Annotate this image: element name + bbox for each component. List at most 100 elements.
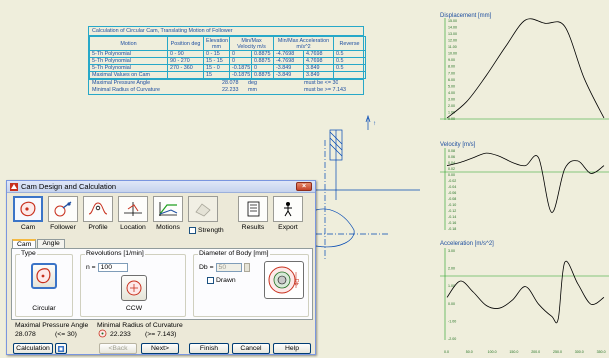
revolutions-input[interactable]: 100 bbox=[97, 263, 128, 272]
toolbar-profile-button[interactable]: Profile bbox=[82, 196, 114, 238]
velocity-y-tick-label: -0.18 bbox=[448, 227, 456, 231]
displacement-y-tick-label: 15.00 bbox=[448, 19, 457, 23]
graph-axes bbox=[440, 18, 609, 340]
table-cell: 270 - 360 bbox=[167, 64, 204, 72]
table-cell bbox=[333, 71, 367, 79]
table-cell: 3.849 bbox=[302, 71, 335, 79]
table-row: 5-Th Polynomial 270 - 360 15 - 0 -0.1875 0 -3… bbox=[89, 64, 367, 72]
diameter-input[interactable]: 50 bbox=[215, 263, 242, 272]
summary-row-curvature: Minimal Radius of Curvature 22.233 mm mu… bbox=[89, 87, 363, 94]
toolbar-export-button[interactable]: Export bbox=[272, 196, 304, 238]
summary-value: 28.078 bbox=[222, 80, 239, 86]
table-cell: 0.8875 bbox=[251, 57, 274, 65]
help-button[interactable]: Help bbox=[273, 343, 311, 354]
pressure-angle-limit: (<= 30) bbox=[55, 331, 77, 338]
table-cell: Maximal Values on Cam bbox=[89, 71, 168, 79]
velocity-y-tick-label: 0.02 bbox=[448, 167, 455, 171]
location-icon bbox=[124, 202, 142, 216]
toolbar-location-button[interactable]: Location bbox=[117, 196, 149, 238]
table-cell: 15 bbox=[203, 71, 230, 79]
diameter-preview: Db bbox=[264, 261, 304, 299]
velocity-y-tick-label: -0.06 bbox=[448, 191, 456, 195]
toolbar-motions-button[interactable]: Motions bbox=[152, 196, 184, 238]
x-tick-label: 100.0 bbox=[488, 350, 497, 354]
table-cell: 0 - 15 bbox=[203, 50, 230, 58]
diameter-row: Db = 50 bbox=[199, 263, 250, 272]
drawn-checkbox[interactable] bbox=[207, 277, 214, 284]
back-button[interactable]: <Back bbox=[99, 343, 137, 354]
table-cell: 0 bbox=[251, 64, 274, 72]
table-cell: -0.1875 bbox=[229, 64, 252, 72]
table-cell: 3.849 bbox=[302, 64, 335, 72]
x-tick-label: 0.0 bbox=[444, 350, 449, 354]
curvature-limit: (>= 7.143) bbox=[145, 331, 177, 338]
calculation-button[interactable]: Calculation bbox=[13, 343, 53, 354]
dialog-tabs: Cam Angle bbox=[12, 239, 66, 249]
table-cell: 5-Th Polynomial bbox=[89, 50, 168, 58]
table-cell: -4.7698 bbox=[273, 57, 304, 65]
displacement-graph-title: Displacement [mm] bbox=[440, 13, 492, 19]
drawn-label: Drawn bbox=[216, 277, 236, 284]
table-cell: -3.849 bbox=[273, 71, 304, 79]
diameter-group-title: Diameter of Body [mm] bbox=[198, 250, 270, 257]
direction-button[interactable] bbox=[121, 275, 147, 301]
table-cell: 0 bbox=[229, 57, 252, 65]
next-button[interactable]: Next> bbox=[141, 343, 179, 354]
table-cell: 15 - 0 bbox=[203, 64, 230, 72]
velocity-y-tick-label: -0.04 bbox=[448, 185, 456, 189]
toolbar-cam-button[interactable]: Cam bbox=[12, 196, 44, 238]
cam-sketch bbox=[315, 114, 420, 260]
dialog-titlebar[interactable]: Cam Design and Calculation × bbox=[7, 181, 315, 193]
velocity-y-tick-label: -0.14 bbox=[448, 215, 456, 219]
type-group: Type Circular bbox=[15, 250, 73, 317]
toolbar-results-button[interactable]: Results bbox=[237, 196, 269, 238]
dialog-buttons: Calculation <Back Next> Finish Cancel He… bbox=[11, 343, 313, 354]
drawn-row[interactable]: Drawn bbox=[207, 277, 236, 284]
displacement-y-tick-label: 9.00 bbox=[448, 58, 455, 62]
pin-button[interactable] bbox=[55, 343, 67, 354]
strength-toggle[interactable]: Strength bbox=[189, 227, 224, 234]
tab-angle[interactable]: Angle bbox=[37, 239, 65, 248]
acceleration-y-tick-label: 2.00 bbox=[448, 267, 455, 271]
displacement-curve bbox=[446, 18, 605, 119]
table-row: 5-Th Polynomial 90 - 270 15 - 15 0 0.8875 -4.… bbox=[89, 57, 367, 65]
direction-label: CCW bbox=[125, 305, 143, 312]
acceleration-graph-title: Acceleration [m/s^2] bbox=[440, 241, 494, 247]
velocity-y-tick-label: -0.10 bbox=[448, 203, 456, 207]
acceleration-y-tick-label: -1.00 bbox=[448, 319, 456, 323]
summary-label: Minimal Radius of Curvature bbox=[92, 87, 161, 93]
displacement-y-tick-label: 10.00 bbox=[448, 52, 457, 56]
x-tick-label: 200.0 bbox=[531, 350, 540, 354]
table-cell: 5-Th Polynomial bbox=[89, 64, 168, 72]
cam-type-circular-button[interactable] bbox=[31, 263, 57, 289]
cancel-button[interactable]: Cancel bbox=[232, 343, 270, 354]
revolutions-group: Revolutions [1/min] n = 100 CCW bbox=[80, 250, 186, 317]
close-button[interactable]: × bbox=[296, 182, 312, 191]
pin-icon bbox=[58, 346, 64, 352]
diameter-prefix: Db = bbox=[199, 264, 214, 271]
curvature-icon bbox=[98, 329, 107, 338]
header-acceleration: Min/Max Acceleration m/s^2 bbox=[272, 36, 335, 51]
revolutions-row: n = 100 bbox=[86, 263, 128, 272]
graph-curves bbox=[446, 18, 605, 324]
displacement-y-tick-label: 8.00 bbox=[448, 65, 455, 69]
cam-design-dialog: Cam Design and Calculation × Cam Followe… bbox=[6, 180, 316, 355]
table-cell: 0.5 bbox=[333, 64, 367, 72]
motions-icon bbox=[159, 202, 178, 216]
revolutions-prefix: n = bbox=[86, 264, 96, 271]
toolbar-label: Follower bbox=[50, 224, 76, 231]
x-tick-label: 50.0 bbox=[466, 350, 473, 354]
follower-icon bbox=[54, 201, 72, 217]
dialog-toolbar: Cam Follower Profile Location Motions St… bbox=[10, 196, 314, 238]
displacement-y-tick-label: 12.00 bbox=[448, 39, 457, 43]
finish-button[interactable]: Finish bbox=[189, 343, 229, 354]
x-tick-label: 250.0 bbox=[553, 350, 562, 354]
profile-icon bbox=[88, 202, 108, 215]
velocity-y-tick-label: -0.16 bbox=[448, 221, 456, 225]
strength-checkbox[interactable] bbox=[189, 227, 196, 234]
table-cell: 0 - 90 bbox=[167, 50, 204, 58]
cam-tab-panel: Type Circular Revolutions [1/min] n = 10… bbox=[11, 248, 313, 320]
table-cell: 0.8875 bbox=[251, 71, 274, 79]
diameter-spin-button[interactable] bbox=[243, 263, 250, 272]
toolbar-follower-button[interactable]: Follower bbox=[47, 196, 79, 238]
